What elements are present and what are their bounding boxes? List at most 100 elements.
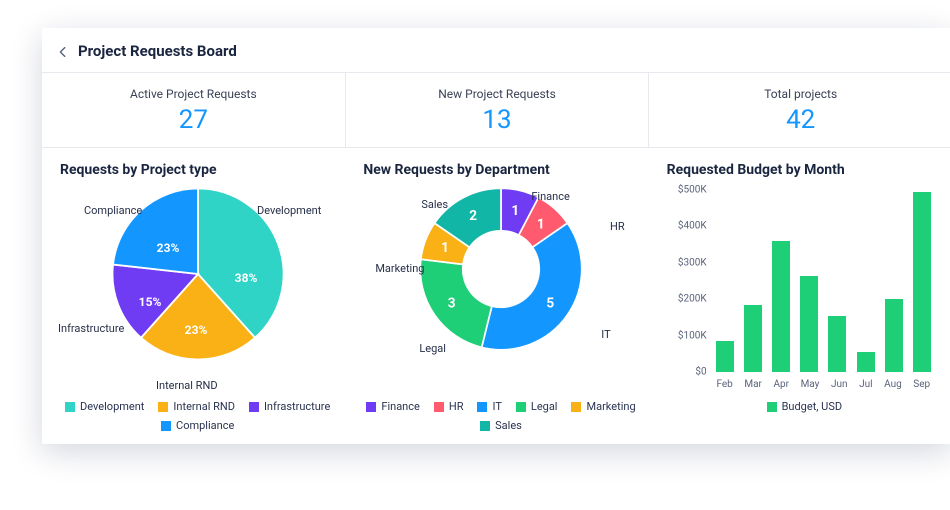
kpi-new: New Project Requests 13 [346, 73, 650, 147]
legend-item: Compliance [161, 419, 234, 432]
x-axis-tick: May [801, 379, 820, 390]
legend-swatch [161, 421, 171, 431]
chart-title: Requested Budget by Month [667, 162, 942, 178]
panel-requests-by-type: Requests by Project type Development Int… [42, 148, 345, 444]
x-axis-tick: Feb [716, 379, 732, 390]
legend-swatch [434, 402, 444, 412]
legend-label: Development [80, 400, 144, 413]
legend-label: Budget, USD [782, 400, 843, 413]
kpi-value: 27 [52, 105, 335, 135]
kpi-active: Active Project Requests 27 [42, 73, 346, 147]
x-axis-tick: Apr [773, 379, 789, 390]
legend-label: IT [492, 400, 501, 413]
panel-budget-by-month: Requested Budget by Month $0 $100K $200K $3… [649, 148, 950, 444]
bar [772, 241, 790, 372]
bar [744, 305, 762, 372]
chart-legend: Budget, USD [667, 400, 942, 413]
slice-label: Compliance [84, 204, 142, 217]
legend-item: Internal RND [158, 400, 235, 413]
legend-label: Internal RND [173, 400, 235, 413]
legend-item: IT [477, 400, 501, 413]
legend-label: Compliance [176, 419, 234, 432]
x-axis-tick: Jun [831, 379, 848, 390]
y-axis-tick: $0 [667, 367, 707, 378]
bar [857, 352, 875, 372]
kpi-label: Active Project Requests [52, 87, 335, 101]
slice-label: Development [257, 204, 321, 217]
y-axis-tick: $400K [667, 221, 707, 232]
back-icon[interactable] [56, 44, 70, 58]
bar-chart-budget: $0 $100K $200K $300K $400K $500K Feb Mar Apr May J… [667, 184, 942, 394]
x-axis-tick: Sep [913, 379, 930, 390]
bar [716, 341, 734, 372]
header-bar: Project Requests Board [42, 28, 950, 73]
dashboard-board: Project Requests Board Active Project Re… [42, 28, 950, 444]
legend-swatch [477, 402, 487, 412]
legend-item: Infrastructure [249, 400, 330, 413]
svg-text:1: 1 [511, 203, 519, 219]
legend-swatch [480, 421, 490, 431]
legend-label: Infrastructure [264, 400, 330, 413]
slice-label: Sales [421, 198, 448, 211]
legend-item: Sales [480, 419, 522, 432]
page-title: Project Requests Board [78, 42, 237, 60]
svg-text:1: 1 [537, 216, 545, 232]
legend-label: Marketing [586, 400, 635, 413]
y-axis-tick: $200K [667, 294, 707, 305]
charts-row: Requests by Project type Development Int… [42, 148, 950, 444]
slice-value: 15% [139, 295, 162, 309]
pie-chart-type: Development Internal RND Infrastructure … [60, 184, 335, 394]
slice-label: Marketing [375, 262, 424, 275]
legend-item: Budget, USD [767, 400, 843, 413]
x-axis-tick: Aug [884, 379, 902, 390]
legend-label: Sales [495, 419, 522, 432]
y-axis-tick: $100K [667, 330, 707, 341]
y-axis-tick: $500K [667, 185, 707, 196]
legend-swatch [767, 402, 777, 412]
kpi-total: Total projects 42 [649, 73, 950, 147]
chart-title: Requests by Project type [60, 162, 335, 178]
legend-item: HR [434, 400, 464, 413]
svg-text:1: 1 [441, 240, 449, 256]
slice-label: HR [610, 220, 625, 233]
legend-swatch [571, 402, 581, 412]
legend-swatch [65, 402, 75, 412]
kpi-value: 13 [356, 105, 639, 135]
chart-legend: Development Internal RND Infrastructure Com… [60, 400, 335, 432]
bar [828, 316, 846, 372]
kpi-label: Total projects [659, 87, 942, 101]
legend-item: Finance [366, 400, 419, 413]
y-axis-tick: $300K [667, 257, 707, 268]
slice-value: 23% [185, 323, 208, 337]
bar [885, 299, 903, 372]
svg-text:3: 3 [448, 295, 456, 311]
x-axis-tick: Mar [744, 379, 762, 390]
chart-legend: Finance HR IT Legal Marketing Sales [363, 400, 638, 432]
slice-label: Internal RND [156, 379, 218, 392]
legend-swatch [516, 402, 526, 412]
slice-label: IT [601, 328, 610, 341]
legend-label: Legal [531, 400, 558, 413]
legend-swatch [366, 402, 376, 412]
x-axis-tick: Jul [859, 379, 872, 390]
legend-item: Legal [516, 400, 558, 413]
kpi-row: Active Project Requests 27 New Project R… [42, 73, 950, 148]
bar [913, 192, 931, 372]
chart-title: New Requests by Department [363, 162, 638, 178]
svg-text:2: 2 [469, 208, 477, 224]
bar [800, 276, 818, 372]
svg-text:5: 5 [546, 295, 554, 311]
slice-value: 23% [157, 241, 180, 255]
donut-chart-dept: 115312 Finance HR IT Legal Marketing Sal… [363, 184, 638, 394]
slice-value: 38% [235, 271, 258, 285]
legend-label: Finance [381, 400, 419, 413]
legend-swatch [249, 402, 259, 412]
kpi-value: 42 [659, 105, 942, 135]
legend-label: HR [449, 400, 464, 413]
legend-swatch [158, 402, 168, 412]
slice-label: Infrastructure [58, 322, 124, 335]
slice-label: Legal [419, 342, 446, 355]
kpi-label: New Project Requests [356, 87, 639, 101]
legend-item: Marketing [571, 400, 635, 413]
panel-requests-by-dept: New Requests by Department 1 1 5 3 1 2 Financ… [345, 148, 648, 444]
